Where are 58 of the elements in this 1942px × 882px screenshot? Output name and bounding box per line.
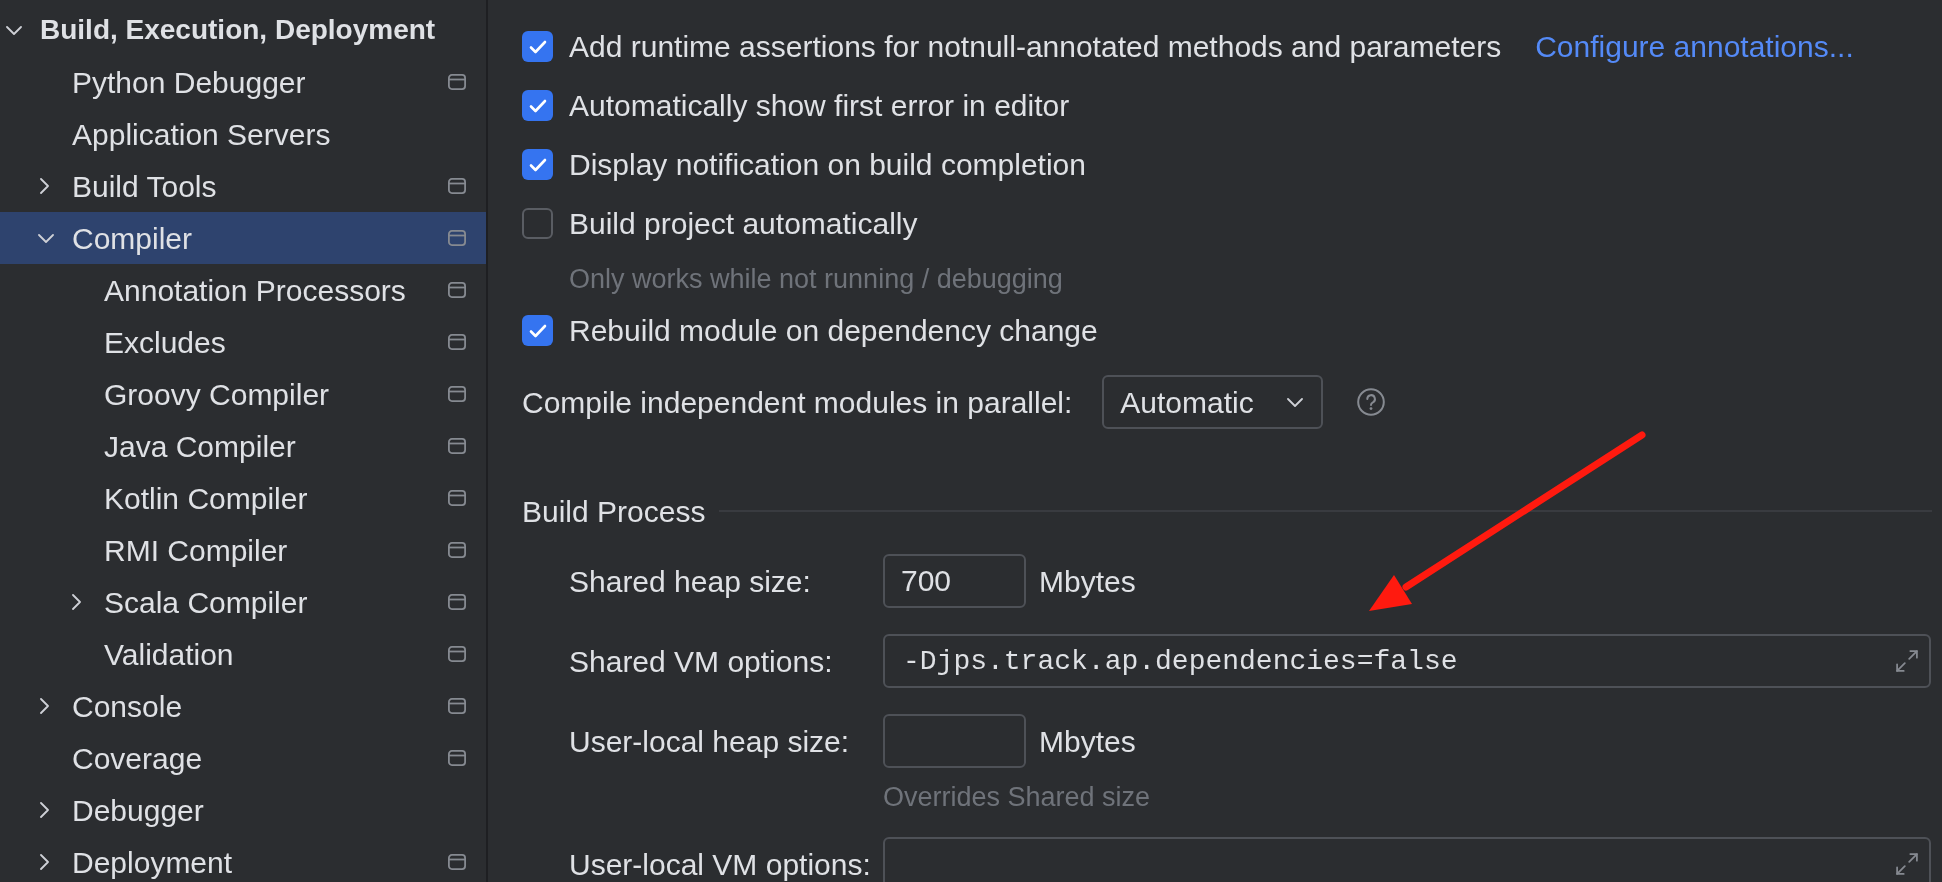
tree-item[interactable]: Build, Execution, Deployment: [0, 4, 486, 56]
tree-item[interactable]: Java Compiler: [0, 420, 486, 472]
checkbox[interactable]: [522, 315, 553, 346]
chevron-right-icon[interactable]: [40, 854, 49, 870]
chevron-down-icon[interactable]: [38, 233, 54, 243]
tree-item[interactable]: RMI Compiler: [0, 524, 486, 576]
tree-item[interactable]: Python Debugger: [0, 56, 486, 108]
input-field[interactable]: -Djps.track.ap.dependencies=false: [883, 634, 1931, 688]
field-label: Shared VM options:: [569, 643, 834, 680]
expand-icon[interactable]: [1896, 650, 1918, 672]
chevron-right-icon[interactable]: [40, 802, 49, 818]
tree-item[interactable]: Compiler: [0, 212, 486, 264]
chevron-down-icon[interactable]: [6, 25, 22, 35]
hint-text: Overrides Shared size: [883, 783, 1151, 811]
tree-item[interactable]: Excludes: [0, 316, 486, 368]
tree-item[interactable]: Validation: [0, 628, 486, 680]
input-field[interactable]: [883, 714, 1026, 768]
field-label: User-local heap size:: [569, 723, 851, 760]
checkmark-icon: [528, 323, 547, 338]
option-label: Build project automatically: [569, 206, 918, 242]
tree-item[interactable]: Scala Compiler: [0, 576, 486, 628]
hint-text: Only works while not running / debugging: [569, 264, 1063, 294]
chevron-down-icon[interactable]: [1287, 397, 1304, 407]
checkmark-icon: [528, 98, 547, 113]
tree-item[interactable]: Build Tools: [0, 160, 486, 212]
configure-link[interactable]: Configure annotations...: [1535, 24, 1854, 69]
unit-label: Mbytes: [1039, 563, 1136, 600]
dropdown[interactable]: Automatic: [1102, 375, 1324, 429]
tree-item[interactable]: Coverage: [0, 732, 486, 784]
tree-item[interactable]: Application Servers: [0, 108, 486, 160]
checkbox[interactable]: [522, 208, 553, 239]
expand-icon[interactable]: [1896, 853, 1918, 875]
option-label: Display notification on build completion: [569, 147, 1086, 183]
help-icon[interactable]: [1357, 388, 1386, 416]
option-label: Compile independent modules in parallel:: [522, 384, 1073, 421]
field-label: User-local VM options:: [569, 846, 872, 882]
option-label: Add runtime assertions for notnull-annotated methods and parameters: [569, 29, 1502, 65]
option-label: Automatically show first error in editor: [569, 88, 1070, 124]
checkbox[interactable]: [522, 31, 553, 62]
checkmark-icon: [528, 39, 547, 54]
tree-item[interactable]: Kotlin Compiler: [0, 472, 486, 524]
tree-item[interactable]: Deployment: [0, 836, 486, 882]
tree-item[interactable]: Annotation Processors: [0, 264, 486, 316]
section-title: Build Process: [522, 493, 706, 530]
field-label: Shared heap size:: [569, 563, 812, 600]
option-label: Rebuild module on dependency change: [569, 313, 1098, 349]
checkbox[interactable]: [522, 90, 553, 121]
input-field[interactable]: [883, 837, 1931, 882]
tree-item[interactable]: Groovy Compiler: [0, 368, 486, 420]
chevron-right-icon[interactable]: [40, 178, 49, 194]
tree-item[interactable]: Console: [0, 680, 486, 732]
checkmark-icon: [528, 157, 547, 172]
input-field[interactable]: 700: [883, 554, 1026, 608]
checkbox[interactable]: [522, 149, 553, 180]
tree-item[interactable]: Debugger: [0, 784, 486, 836]
chevron-right-icon[interactable]: [40, 698, 49, 714]
unit-label: Mbytes: [1039, 723, 1136, 760]
chevron-right-icon[interactable]: [72, 594, 81, 610]
